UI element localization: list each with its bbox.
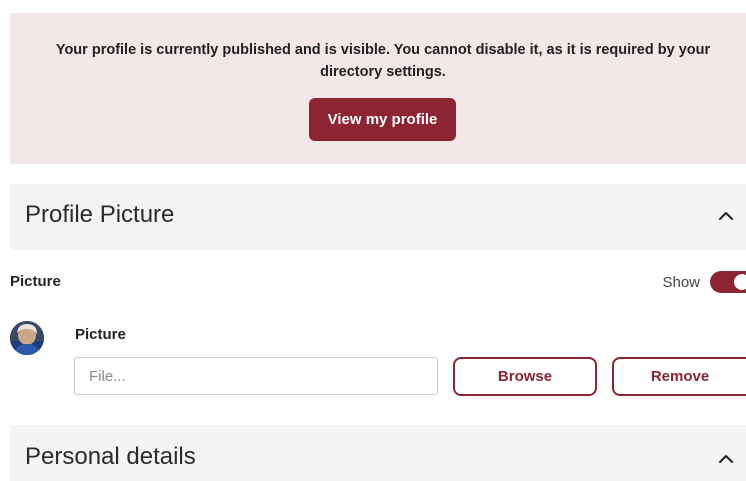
browse-button[interactable]: Browse	[453, 357, 597, 396]
remove-button[interactable]: Remove	[612, 357, 746, 396]
file-input[interactable]	[74, 357, 438, 395]
section-title-personal-details: Personal details	[25, 443, 196, 470]
show-label: Show	[662, 273, 700, 291]
profile-published-notice: Your profile is currently published and …	[10, 13, 746, 164]
view-my-profile-button[interactable]: View my profile	[309, 98, 456, 141]
chevron-up-icon[interactable]	[716, 206, 736, 226]
chevron-up-icon[interactable]	[716, 449, 736, 469]
picture-field-label: Picture	[10, 273, 61, 290]
toggle-knob	[734, 274, 746, 290]
profile-picture-section-header[interactable]: Profile Picture	[10, 184, 746, 250]
avatar	[10, 321, 44, 355]
notice-message: Your profile is currently published and …	[55, 42, 711, 80]
picture-upload-label: Picture	[75, 326, 126, 343]
personal-details-section-header[interactable]: Personal details	[10, 425, 746, 481]
section-title-profile-picture: Profile Picture	[25, 201, 175, 228]
show-visibility-control: Show	[662, 270, 746, 294]
show-picture-toggle[interactable]	[710, 271, 746, 293]
